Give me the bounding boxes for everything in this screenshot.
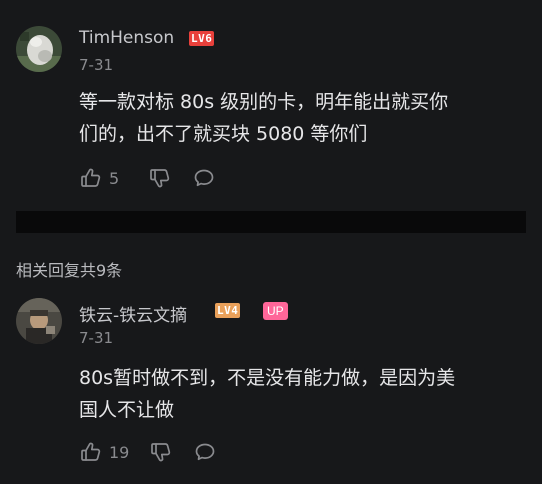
comment-date: 7-31	[79, 329, 114, 347]
comment-actions: 19	[79, 440, 217, 464]
like-count: 19	[109, 442, 130, 462]
comment-date: 7-31	[79, 56, 114, 74]
dislike-button[interactable]	[148, 166, 172, 190]
comment-text-line: 80s暂时做不到，不是没有能力做，是因为美	[79, 367, 456, 389]
comment-text: 80s暂时做不到，不是没有能力做，是因为美 国人不让做	[79, 362, 524, 426]
level-badge: LV6	[189, 31, 215, 46]
username[interactable]: TimHenson	[79, 28, 174, 48]
replies-count-header: 相关回复共9条	[16, 261, 123, 280]
section-divider	[16, 211, 526, 233]
comment-bubble-icon	[193, 440, 217, 464]
comment-text-line: 国人不让做	[79, 399, 175, 421]
like-count: 5	[109, 168, 120, 188]
comment-thread: TimHenson LV6 7-31 等一款对标 80s 级别的卡，明年能出就买…	[0, 0, 542, 484]
thumbs-up-icon	[79, 166, 103, 190]
comment-item: TimHenson LV6 7-31 等一款对标 80s 级别的卡，明年能出就买…	[0, 0, 542, 200]
level-badge: LV4	[215, 303, 241, 318]
comment-text: 等一款对标 80s 级别的卡，明年能出就买你 们的，出不了就买块 5080 等你…	[79, 86, 524, 150]
thumbs-up-icon	[79, 440, 103, 464]
comment-bubble-icon	[192, 166, 216, 190]
comment-text-line: 等一款对标 80s 级别的卡，明年能出就买你	[79, 91, 449, 113]
reply-button[interactable]	[192, 166, 216, 190]
comment-text-line: 们的，出不了就买块 5080 等你们	[79, 123, 368, 145]
like-button[interactable]: 19	[79, 440, 129, 464]
up-badge: UP	[263, 302, 288, 320]
avatar[interactable]	[16, 26, 62, 72]
thumbs-down-icon	[149, 440, 173, 464]
dislike-button[interactable]	[149, 440, 173, 464]
username[interactable]: 铁云-铁云文摘	[79, 301, 187, 326]
avatar[interactable]	[16, 298, 62, 344]
like-button[interactable]: 5	[79, 166, 119, 190]
thumbs-down-icon	[148, 166, 172, 190]
comment-item: 铁云-铁云文摘 LV4 UP 7-31 80s暂时做不到，不是没有能力做，是因为…	[0, 280, 542, 480]
reply-button[interactable]	[193, 440, 217, 464]
comment-actions: 5	[79, 166, 216, 190]
